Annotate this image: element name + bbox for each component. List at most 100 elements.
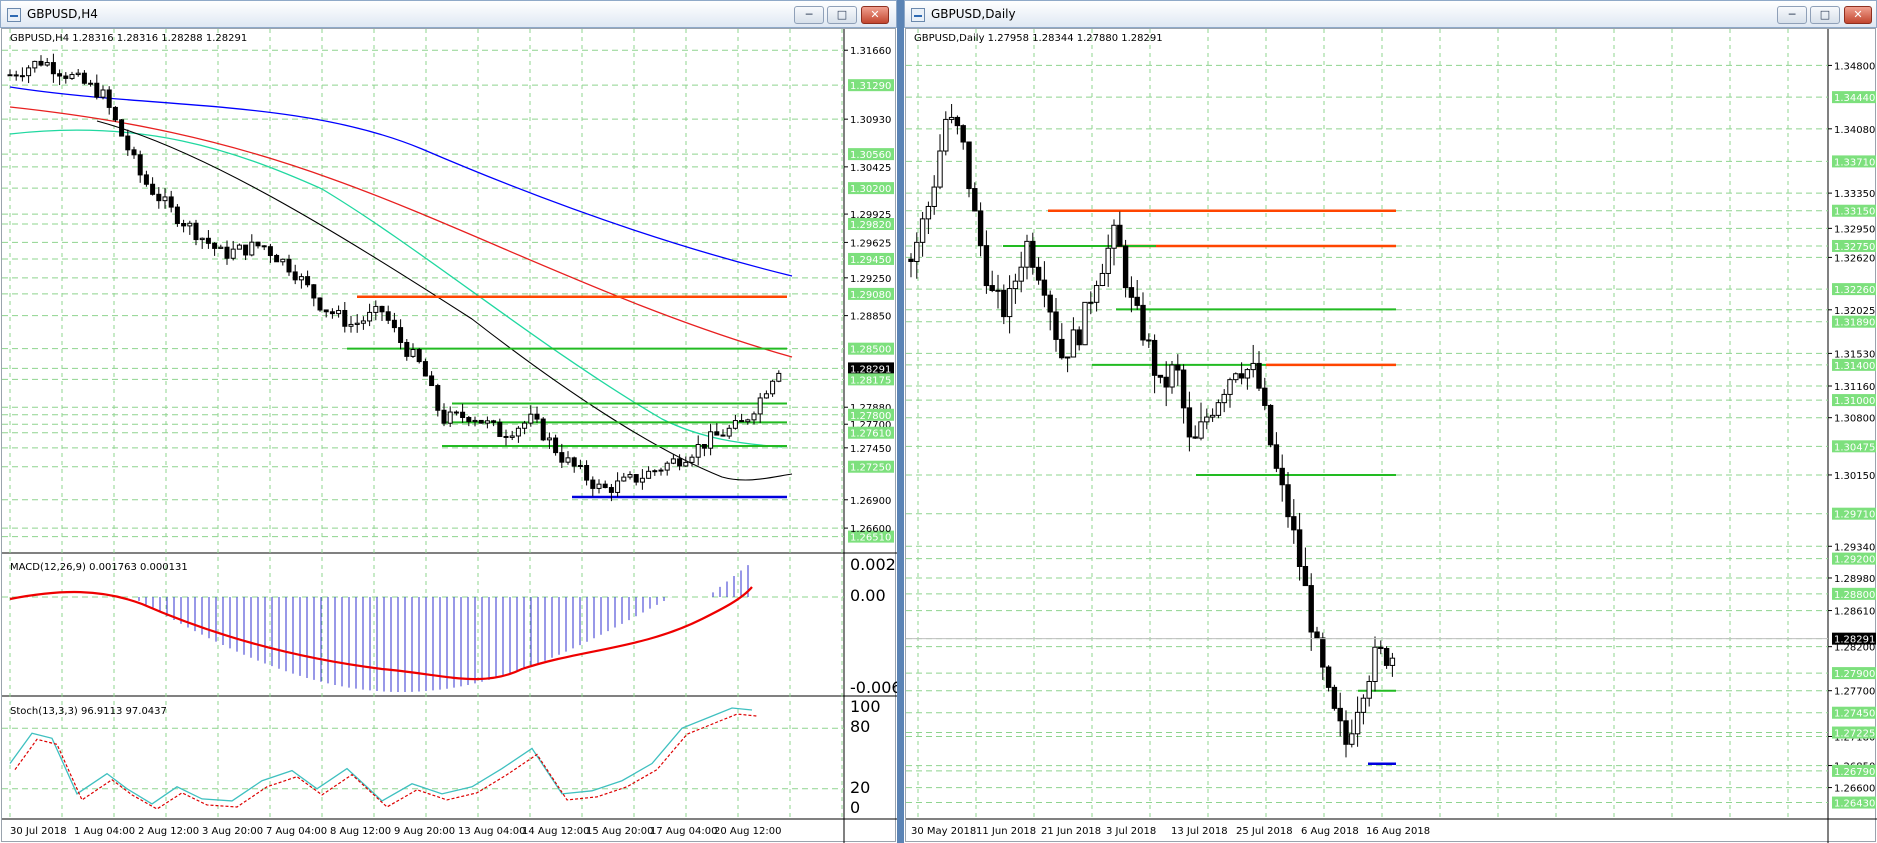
minimize-button[interactable]: ─ [1777,6,1807,24]
candle-body [664,462,670,471]
price-label: 1.31890 [1834,318,1875,329]
candle-body [584,465,590,481]
candle-body [1349,733,1355,745]
candle-body [1233,373,1239,381]
candle-body [137,154,143,176]
candle-body [919,218,926,243]
candle-body [360,320,366,324]
h4-chart-canvas[interactable]: 0.0021410.00-0.006162 10080200 1.316601.… [2,29,897,843]
candle-body [1157,374,1164,378]
candle-body [908,258,914,262]
candle-body [983,245,990,287]
close-button[interactable]: ✕ [1844,6,1872,24]
candle-body [1151,339,1158,376]
ma-black-line [96,120,793,481]
time-label: 8 Aug 12:00 [330,826,391,837]
candle-body [1140,304,1146,341]
candle-body [286,258,292,273]
time-label: 3 Aug 20:00 [202,826,263,837]
daily-title-bar[interactable]: GBPUSD,Daily ─ □ ✕ [904,0,1877,28]
maximize-button[interactable]: □ [1810,6,1840,24]
candle-body [652,470,658,473]
candle-body [416,349,422,363]
candle-body [1285,484,1291,518]
h4-chart-area[interactable]: 0.0021410.00-0.006162 10080200 1.316601.… [1,28,897,843]
candle-body [1163,376,1169,388]
minimize-button[interactable]: ─ [794,6,824,24]
candle-body [323,309,329,313]
daily-chart-window[interactable]: GBPUSD,Daily ─ □ ✕ 1.34800 1.34440 1.34080… [904,0,1877,843]
candle-body [534,413,540,420]
candle-body [1169,364,1175,388]
candle-body [143,174,149,185]
candle-body [1035,266,1042,281]
h4-title-bar[interactable]: GBPUSD,H4 ─ □ ✕ [0,0,897,28]
time-label: 13 Jul 2018 [1171,826,1228,837]
stoch-label: Stoch(13,3,3) 96.9113 97.0437 [10,706,167,717]
candle-body [280,258,286,263]
candle-body [960,125,966,143]
candle-body [398,327,404,343]
candle-body [1273,444,1280,469]
close-button[interactable]: ✕ [861,6,889,24]
price-label: 1.29625 [850,238,891,249]
macd-signal-line [9,586,753,681]
candle-body [1221,393,1227,404]
time-label: 30 May 2018 [911,826,976,837]
candle-body [1343,720,1349,745]
candle-body [38,60,44,66]
candle-body [491,420,497,423]
candle-body [441,409,447,424]
price-label: 1.31160 [1834,382,1875,393]
candle-body [1024,240,1030,268]
candle-body [94,82,100,98]
candle-body [1279,467,1285,486]
price-label: 1.33710 [1834,157,1875,168]
candle-body [714,431,720,436]
candle-body [1134,296,1140,306]
candle-body [914,241,920,262]
candle-body [199,237,205,241]
candle-body [50,62,56,75]
candle-body [602,483,608,489]
daily-price-scale: 1.34800 1.34440 1.34080 1.33710 1.33350 1.331… [1828,61,1876,810]
candle-body [1117,224,1123,247]
candle-body [317,297,323,311]
daily-symbol-header: GBPUSD,Daily 1.27958 1.28344 1.27880 1.2… [914,33,1163,44]
candle-body [422,361,428,377]
candle-body [770,380,776,395]
daily-candles [906,104,1828,758]
candle-body [305,276,311,286]
price-label: 1.27700 [1834,687,1875,698]
candle-body [577,465,583,468]
candle-body [1325,666,1332,688]
candle-body [1059,338,1065,359]
stoch-scale-label: 0 [850,798,860,817]
candle-body [925,205,932,220]
maximize-button[interactable]: □ [827,6,857,24]
candle-body [1012,280,1019,290]
candle-body [26,67,32,77]
price-label: 1.32950 [1834,224,1875,235]
candle-body [156,193,162,202]
price-label: 1.26900 [850,496,891,507]
candle-body [720,434,726,437]
h4-chart-window[interactable]: GBPUSD,H4 ─ □ ✕ 0.002141 0.00 -0.006162 10… [0,0,897,843]
time-label: 11 Jun 2018 [976,826,1036,837]
candle-body [429,375,435,387]
candle-body [565,457,571,463]
candle-body [528,413,534,424]
candle-body [972,188,978,212]
price-label: 1.28610 [1834,607,1875,618]
candle-body [751,413,757,421]
price-label: 1.29450 [850,255,891,266]
candle-body [1105,247,1111,274]
candle-body [367,311,373,322]
candle-body [966,141,972,190]
daily-level-lines [1003,209,1396,766]
daily-chart-area[interactable]: 1.34800 1.34440 1.34080 1.33710 1.33350 1.331… [905,28,1877,843]
candle-body [236,244,242,250]
daily-chart-canvas[interactable]: 1.34800 1.34440 1.34080 1.33710 1.33350 1.331… [906,29,1877,843]
candle-body [69,74,75,79]
candle-body [1291,516,1297,531]
